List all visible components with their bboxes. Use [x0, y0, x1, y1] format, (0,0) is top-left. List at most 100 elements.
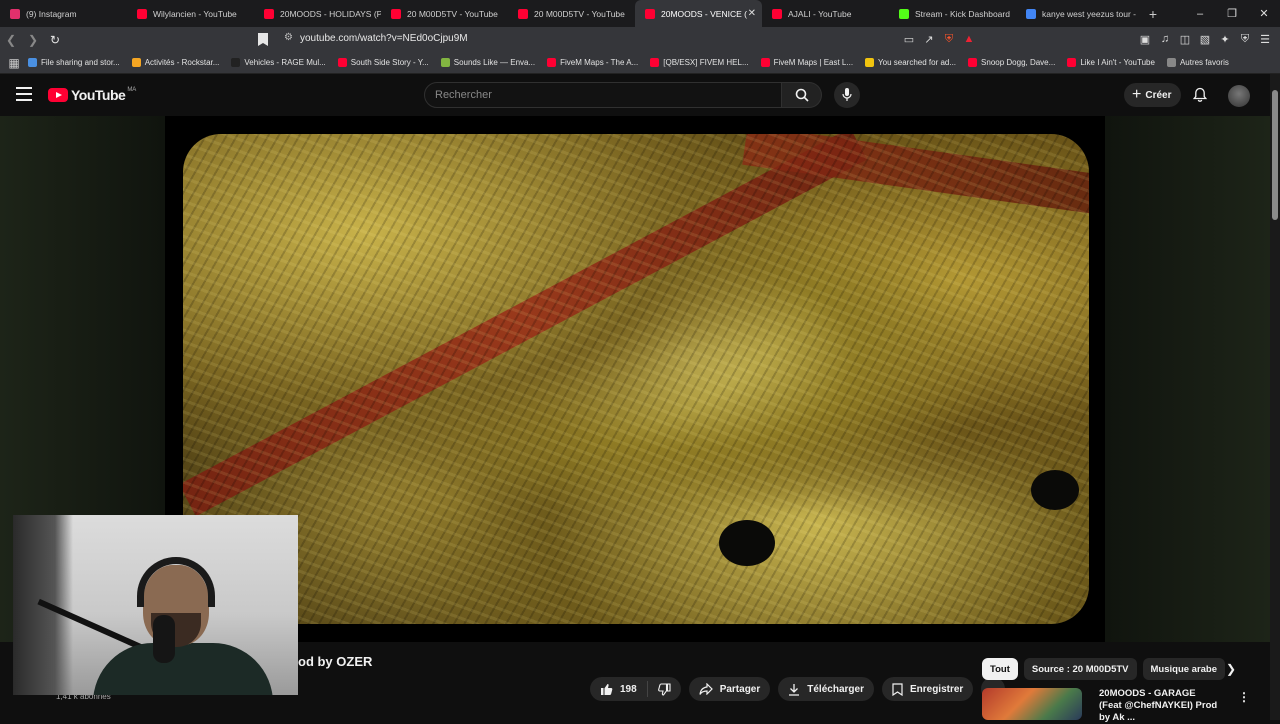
browser-tab[interactable]: 20MOODS - VENICE (✕ — [635, 0, 762, 27]
bookmark-label: FiveM Maps | East L... — [773, 58, 854, 67]
shield-icon[interactable]: ⛨ — [942, 29, 956, 49]
menu-icon[interactable]: ☰ — [1258, 29, 1272, 49]
hamburger-menu-icon[interactable] — [16, 87, 32, 101]
maximize-icon[interactable]: ❐ — [1216, 0, 1248, 27]
save-button[interactable]: Enregistrer — [881, 677, 974, 701]
thumbs-up-icon — [601, 683, 613, 695]
browser-tab[interactable]: Stream - Kick Dashboard — [889, 0, 1016, 27]
filter-chip[interactable]: Musique arabe — [1142, 658, 1226, 680]
filter-chip[interactable]: Source : 20 M00D5TV — [1023, 658, 1137, 680]
bookmark-icon[interactable] — [258, 33, 268, 46]
bookmark-item[interactable]: Autres favoris — [1166, 58, 1229, 67]
url-field[interactable]: youtube.com/watch?v=NEd0oCjpu9M — [300, 33, 468, 44]
tab-label: 20 M00D5TV - YouTube — [534, 8, 625, 19]
tab-label: AJALI - YouTube — [788, 8, 852, 19]
wallet-icon[interactable]: ▧ — [1198, 29, 1212, 49]
search-input[interactable] — [425, 83, 781, 107]
search-button[interactable] — [782, 82, 822, 108]
video-title: od by OZER — [298, 654, 373, 669]
create-label: Créer — [1145, 89, 1172, 101]
bookmark-item[interactable]: Like I Ain't - YouTube — [1067, 58, 1155, 67]
bookmark-item[interactable]: Activités - Rockstar... — [131, 58, 220, 67]
download-button[interactable]: Télécharger — [778, 677, 874, 701]
close-window-icon[interactable]: ✕ — [1248, 0, 1280, 27]
music-icon[interactable]: ♫ — [1158, 29, 1172, 49]
youtube-logo[interactable]: YouTube MA — [48, 87, 136, 103]
search-icon — [795, 88, 809, 102]
dislike-button[interactable] — [648, 682, 681, 696]
warning-icon[interactable]: ▲ — [962, 29, 976, 49]
tab-label: 20 M00D5TV - YouTube — [407, 8, 498, 19]
tab-label: Stream - Kick Dashboard — [915, 8, 1010, 19]
page-scrollbar[interactable] — [1270, 74, 1280, 720]
filter-chip[interactable]: Tout — [982, 658, 1018, 680]
tab-label: Wilylancien - YouTube — [153, 8, 237, 19]
browser-tab[interactable]: kanye west yeezus tour - — [1016, 0, 1143, 27]
bookmark-item[interactable]: Sounds Like — Enva... — [440, 58, 535, 67]
bookmark-item[interactable]: FiveM Maps | East L... — [760, 58, 854, 67]
bookmark-label: [QB/ESX] FIVEM HEL... — [663, 58, 749, 67]
browser-tab[interactable]: 20 M00D5TV - YouTube — [381, 0, 508, 27]
browser-tab[interactable]: AJALI - YouTube — [762, 0, 889, 27]
bookmark-item[interactable]: Vehicles - RAGE Mul... — [231, 58, 326, 67]
bookmark-favicon-icon — [1067, 58, 1077, 67]
bookmark-item[interactable]: [QB/ESX] FIVEM HEL... — [650, 58, 749, 67]
browser-tab-strip: (9) Instagram Wilylancien - YouTube 20MOOD… — [0, 0, 1280, 27]
browser-tab[interactable]: Wilylancien - YouTube — [127, 0, 254, 27]
share-icon[interactable]: ↗ — [922, 29, 936, 49]
reload-icon[interactable]: ↻ — [44, 29, 66, 51]
mosaic-eye — [1031, 470, 1079, 510]
tab-favicon-icon — [264, 8, 274, 19]
save-playlist-icon — [892, 682, 903, 696]
ai-icon[interactable]: ✦ — [1218, 29, 1232, 49]
video-player[interactable] — [165, 116, 1105, 642]
account-avatar[interactable] — [1228, 85, 1250, 107]
bookmark-item[interactable]: You searched for ad... — [865, 58, 956, 67]
like-count: 198 — [620, 683, 637, 695]
download-label: Télécharger — [807, 683, 864, 695]
browser-tab[interactable]: (9) Instagram — [0, 0, 127, 27]
sidebar-icon[interactable]: ◫ — [1178, 29, 1192, 49]
tab-favicon-icon — [10, 8, 20, 19]
cast-icon[interactable]: ▭ — [902, 29, 916, 49]
recommendation-more-icon[interactable]: ⋮ — [1238, 690, 1250, 704]
screenshot-icon[interactable]: ▣ — [1138, 29, 1152, 49]
related-filter-chips: Tout Source : 20 M00D5TV Musique arabe — [982, 658, 1226, 680]
save-label: Enregistrer — [909, 683, 964, 695]
bookmark-favicon-icon — [131, 58, 141, 67]
apps-grid-icon[interactable]: ▦ — [0, 52, 28, 74]
scrollbar-thumb[interactable] — [1272, 90, 1278, 220]
tab-close-icon[interactable]: ✕ — [748, 8, 756, 19]
chevron-right-icon[interactable]: ❯ — [1226, 662, 1236, 676]
new-tab-button[interactable]: + — [1143, 6, 1163, 22]
bookmarks-bar: ▦ File sharing and stor... Activités - Ro… — [0, 52, 1280, 74]
browser-tab[interactable]: 20MOODS - HOLIDAYS (P — [254, 0, 381, 27]
bookmark-favicon-icon — [650, 58, 660, 67]
create-button[interactable]: + Créer — [1124, 83, 1182, 107]
browser-tab[interactable]: 20 M00D5TV - YouTube — [508, 0, 635, 27]
bookmark-item[interactable]: Snoop Dogg, Dave... — [968, 58, 1055, 67]
bookmark-item[interactable]: South Side Story - Y... — [337, 58, 429, 67]
bookmark-item[interactable]: FiveM Maps - The A... — [547, 58, 638, 67]
recommendation-thumbnail[interactable] — [982, 688, 1082, 720]
youtube-header: YouTube MA + Créer — [0, 74, 1280, 116]
voice-search-button[interactable] — [834, 82, 860, 108]
recommendation-title[interactable]: 20MOODS - GARAGE (Feat @ChefNAYKEI) Prod… — [1099, 688, 1219, 724]
site-info-icon[interactable]: ⚙ — [284, 32, 293, 43]
share-button[interactable]: Partager — [688, 677, 771, 701]
forward-icon[interactable]: ❯ — [22, 29, 44, 51]
window-controls: – ❐ ✕ — [1184, 0, 1280, 27]
back-icon[interactable]: ❮ — [0, 29, 22, 51]
search-box — [424, 82, 782, 108]
bookmark-favicon-icon — [231, 58, 241, 67]
tab-favicon-icon — [137, 8, 147, 19]
like-button[interactable]: 198 — [590, 681, 648, 697]
minimize-icon[interactable]: – — [1184, 0, 1216, 27]
notifications-bell-icon[interactable] — [1192, 87, 1208, 103]
bookmark-favicon-icon — [337, 58, 347, 67]
tab-favicon-icon — [899, 8, 909, 19]
bookmark-item[interactable]: File sharing and stor... — [28, 58, 120, 67]
bookmark-label: Activités - Rockstar... — [144, 58, 220, 67]
microphone-icon — [842, 88, 852, 101]
vpn-icon[interactable]: ⛨ — [1238, 29, 1252, 49]
